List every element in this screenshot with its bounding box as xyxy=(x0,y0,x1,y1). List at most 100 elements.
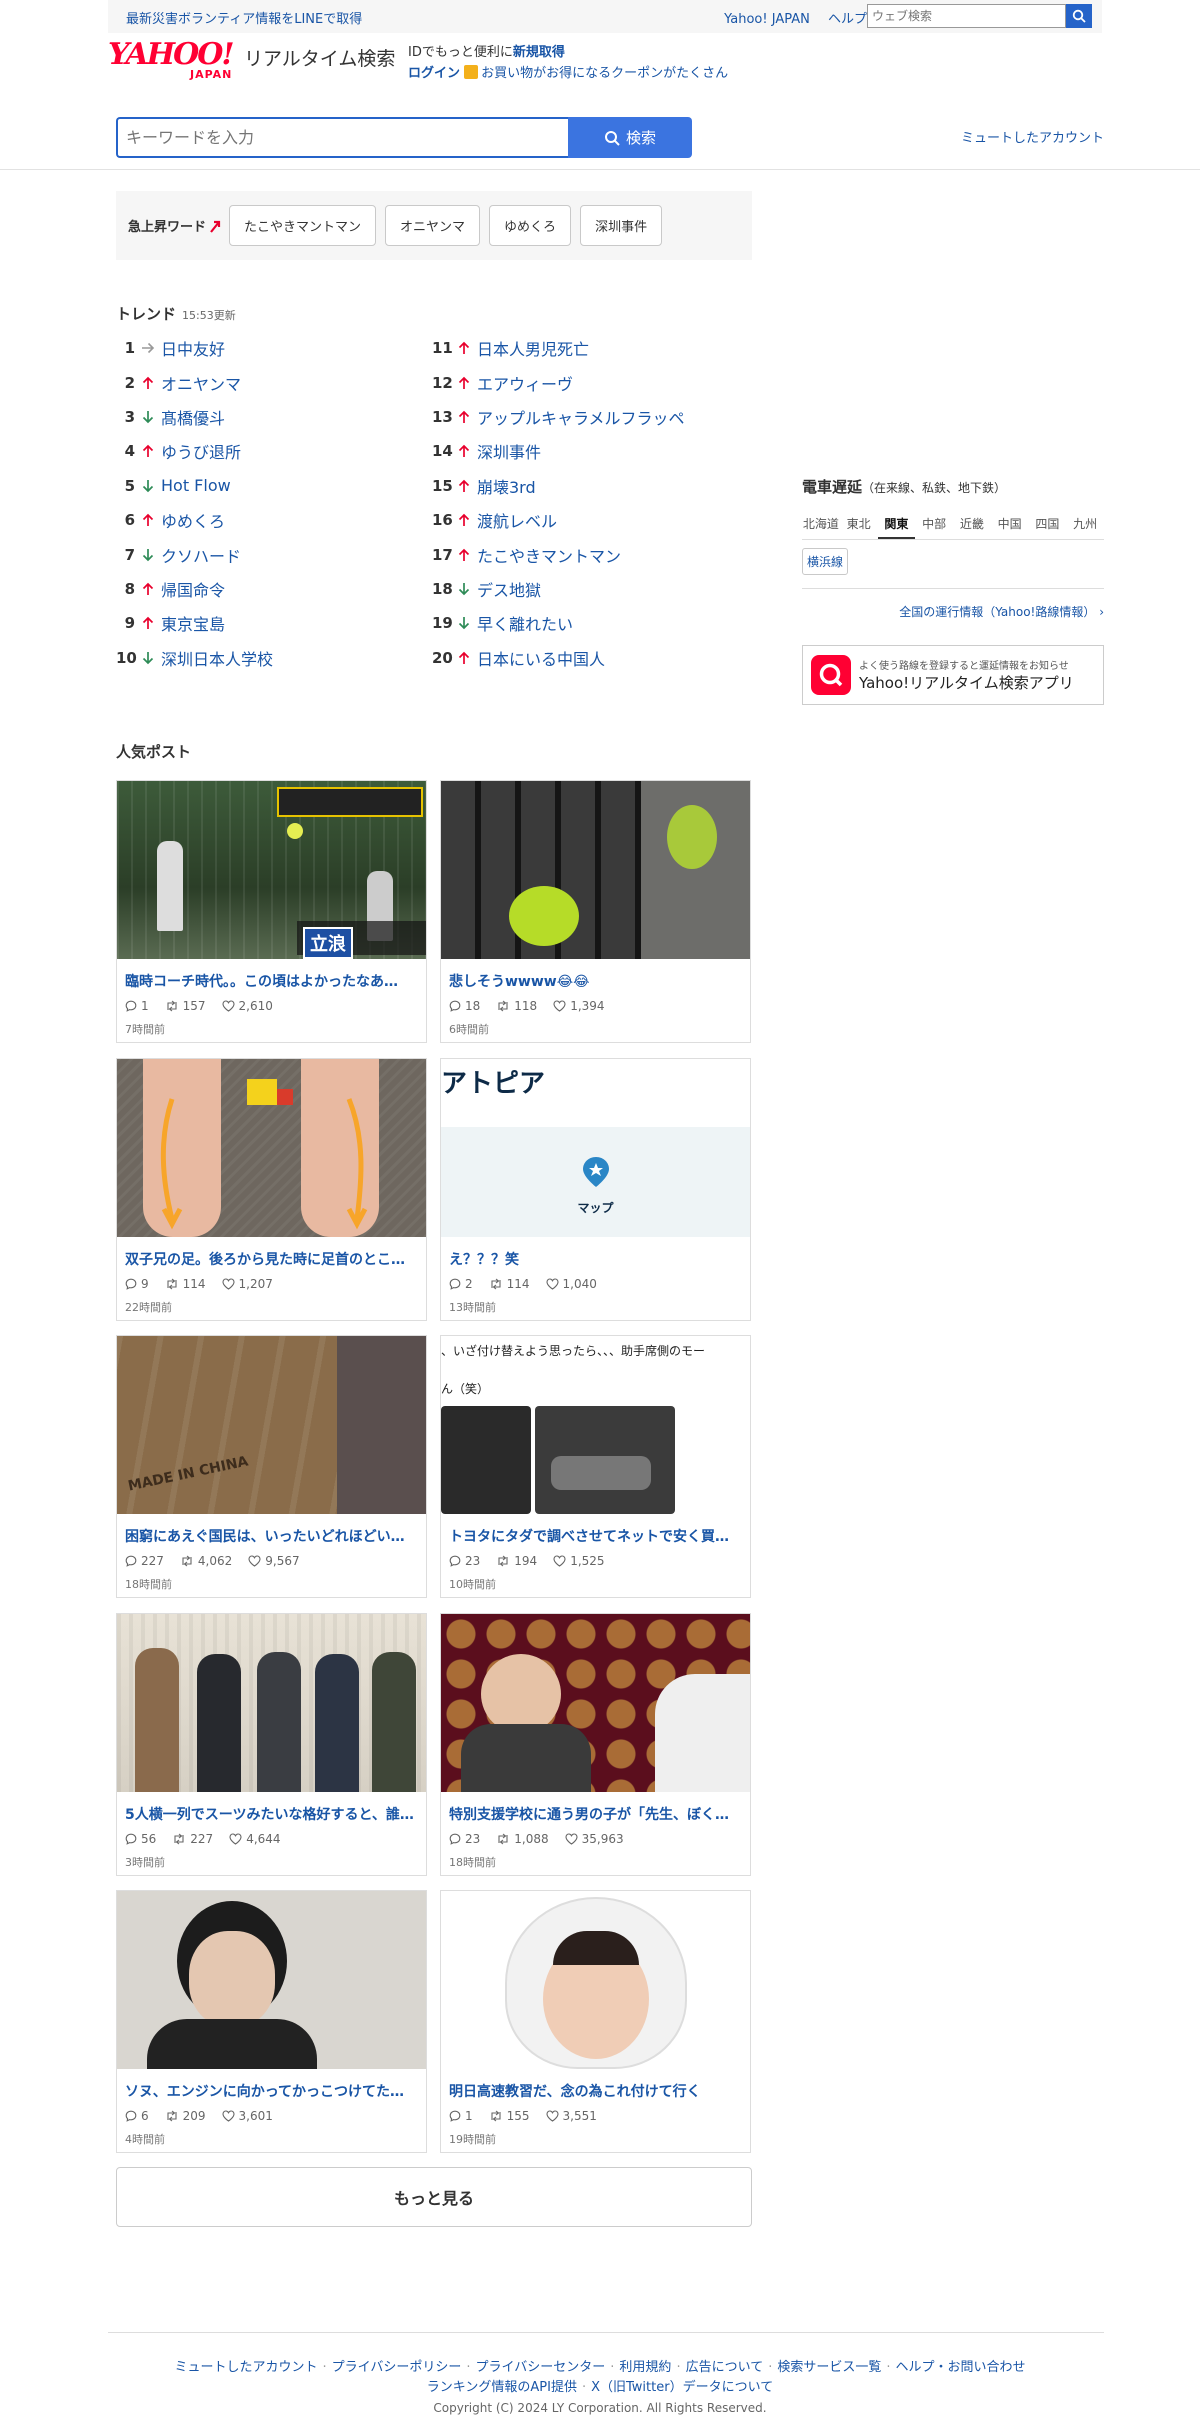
post-image[interactable] xyxy=(117,1613,426,1792)
coupon-link[interactable]: お買い物がお得になるクーポンがたくさん xyxy=(481,66,728,81)
register-link[interactable]: 新規取得 xyxy=(513,45,565,60)
rising-word-chip[interactable]: オニヤンマ xyxy=(385,205,481,246)
web-search-input[interactable] xyxy=(867,4,1066,28)
repost-count[interactable]: 118 xyxy=(496,999,537,1013)
trend-item[interactable]: 18 デス地獄 xyxy=(432,572,742,606)
repost-count[interactable]: 114 xyxy=(165,1277,206,1291)
trend-item[interactable]: 10 深圳日本人学校 xyxy=(116,641,426,675)
post-card[interactable]: 悲しそうwwww😂😂 18 118 1,394 6時間前 xyxy=(440,780,751,1043)
trend-word[interactable]: 日本人男児死亡 xyxy=(477,336,589,360)
like-count[interactable]: 3,601 xyxy=(221,2109,273,2123)
post-title[interactable]: 特別支援学校に通う男の子が「先生、ぼく… xyxy=(449,1804,743,1824)
login-link[interactable]: ログイン xyxy=(408,66,460,81)
post-title[interactable]: え？？？笑 xyxy=(449,1249,743,1269)
post-card[interactable]: 、いざ付け替えよう思ったら、、、助手席側のモー ん（笑） トヨタにタダで調べさせ… xyxy=(440,1335,751,1598)
train-line-chip[interactable]: 横浜線 xyxy=(802,548,849,575)
reply-count[interactable]: 1 xyxy=(125,999,149,1013)
region-tab[interactable]: 東北 xyxy=(840,515,878,539)
repost-count[interactable]: 157 xyxy=(165,999,206,1013)
like-count[interactable]: 2,610 xyxy=(221,999,273,1013)
trend-word[interactable]: 日本にいる中国人 xyxy=(477,646,605,670)
post-image[interactable] xyxy=(117,1891,426,2069)
like-count[interactable]: 9,567 xyxy=(248,1554,300,1568)
yahoo-realtime-logo[interactable]: YAHOO! JAPAN リアルタイム検索 xyxy=(108,40,395,82)
footer-link[interactable]: プライバシーセンター xyxy=(476,2360,606,2375)
repost-count[interactable]: 227 xyxy=(172,1832,213,1846)
post-title[interactable]: 臨時コーチ時代。。この頃はよかったなあ… xyxy=(125,971,419,991)
footer-link[interactable]: 検索サービス一覧 xyxy=(777,2360,881,2375)
trend-item[interactable]: 11 日本人男児死亡 xyxy=(432,331,742,365)
region-tab[interactable]: 近畿 xyxy=(953,515,991,539)
load-more-button[interactable]: もっと見る xyxy=(116,2167,752,2227)
post-card[interactable]: ソヌ、エンジンに向かってかっこつけてた… 6 209 3,601 4時間前 xyxy=(116,1890,427,2153)
like-count[interactable]: 1,207 xyxy=(221,1277,273,1291)
reply-count[interactable]: 18 xyxy=(449,999,480,1013)
reply-count[interactable]: 1 xyxy=(449,2109,473,2123)
reply-count[interactable]: 227 xyxy=(125,1554,164,1568)
repost-count[interactable]: 4,062 xyxy=(180,1554,232,1568)
repost-count[interactable]: 194 xyxy=(496,1554,537,1568)
trend-item[interactable]: 4 ゆうび退所 xyxy=(116,434,426,468)
post-card[interactable]: MADE IN CHINA 困窮にあえぐ国民は、いったいどれほどい… 227 4,06… xyxy=(116,1335,427,1598)
repost-count[interactable]: 209 xyxy=(165,2109,206,2123)
trend-word[interactable]: クソハード xyxy=(161,543,241,567)
trend-item[interactable]: 6 ゆめくろ xyxy=(116,503,426,537)
trend-word[interactable]: 深圳事件 xyxy=(477,439,541,463)
trend-word[interactable]: デス地獄 xyxy=(477,577,541,601)
trend-word[interactable]: たこやきマントマン xyxy=(477,543,621,567)
rising-word-chip[interactable]: 深圳事件 xyxy=(580,205,663,246)
footer-link[interactable]: 利用規約 xyxy=(619,2360,671,2375)
muted-accounts-link[interactable]: ミュートしたアカウント xyxy=(961,127,1104,146)
footer-link[interactable]: プライバシーポリシー xyxy=(332,2360,462,2375)
trend-word[interactable]: 日中友好 xyxy=(161,336,225,360)
post-card[interactable]: 特別支援学校に通う男の子が「先生、ぼく… 23 1,088 35,963 18時間前 xyxy=(440,1612,751,1876)
trend-word[interactable]: 髙橋優斗 xyxy=(161,405,225,429)
disaster-volunteer-link[interactable]: 最新災害ボランティア情報をLINEで取得 xyxy=(126,8,362,27)
all-train-info[interactable]: 全国の運行情報（Yahoo!路線情報） › xyxy=(802,603,1104,620)
post-image[interactable]: アトピア マップ xyxy=(441,1058,750,1237)
trend-word[interactable]: アップルキャラメルフラッペ xyxy=(477,405,685,429)
like-count[interactable]: 1,394 xyxy=(553,999,605,1013)
help-link[interactable]: ヘルプ xyxy=(828,12,867,27)
like-count[interactable]: 1,040 xyxy=(545,1277,597,1291)
region-tab[interactable]: 九州 xyxy=(1066,515,1104,539)
region-tab[interactable]: 北海道 xyxy=(802,515,840,539)
region-tab[interactable]: 中部 xyxy=(915,515,953,539)
trend-item[interactable]: 9 東京宝島 xyxy=(116,606,426,640)
trend-item[interactable]: 20 日本にいる中国人 xyxy=(432,641,742,675)
repost-count[interactable]: 114 xyxy=(489,1277,530,1291)
trend-word[interactable]: 東京宝島 xyxy=(161,611,225,635)
post-image[interactable]: 立浪 xyxy=(117,781,426,959)
reply-count[interactable]: 23 xyxy=(449,1832,480,1846)
trend-word[interactable]: ゆうび退所 xyxy=(161,439,241,463)
post-image[interactable] xyxy=(441,1891,750,2069)
post-image[interactable] xyxy=(117,1058,426,1237)
trend-item[interactable]: 3 髙橋優斗 xyxy=(116,400,426,434)
trend-item[interactable]: 5 Hot Flow xyxy=(116,469,426,503)
trend-word[interactable]: エアウィーヴ xyxy=(477,371,573,395)
reply-count[interactable]: 23 xyxy=(449,1554,480,1568)
like-count[interactable]: 35,963 xyxy=(565,1832,624,1846)
reply-count[interactable]: 9 xyxy=(125,1277,149,1291)
trend-item[interactable]: 12 エアウィーヴ xyxy=(432,365,742,399)
trend-item[interactable]: 16 渡航レベル xyxy=(432,503,742,537)
repost-count[interactable]: 155 xyxy=(489,2109,530,2123)
region-tab[interactable]: 四国 xyxy=(1029,515,1067,539)
footer-link[interactable]: ミュートしたアカウント xyxy=(174,2360,317,2375)
trend-item[interactable]: 19 早く離れたい xyxy=(432,606,742,640)
trend-item[interactable]: 7 クソハード xyxy=(116,537,426,571)
trend-word[interactable]: ゆめくろ xyxy=(161,508,225,532)
post-card[interactable]: 立浪 臨時コーチ時代。。この頃はよかったなあ… 1 157 2,610 7時間前 xyxy=(116,780,427,1043)
post-image[interactable]: 、いざ付け替えよう思ったら、、、助手席側のモー ん（笑） xyxy=(441,1336,750,1514)
post-image[interactable] xyxy=(441,781,750,959)
like-count[interactable]: 1,525 xyxy=(553,1554,605,1568)
rising-word-chip[interactable]: たこやきマントマン xyxy=(229,205,377,246)
trend-word[interactable]: 早く離れたい xyxy=(477,611,573,635)
like-count[interactable]: 3,551 xyxy=(545,2109,597,2123)
post-image[interactable]: MADE IN CHINA xyxy=(117,1336,426,1514)
post-image[interactable] xyxy=(441,1613,750,1792)
trend-word[interactable]: 崩壊3rd xyxy=(477,474,536,498)
trend-word[interactable]: オニヤンマ xyxy=(161,371,241,395)
post-title[interactable]: トヨタにタダで調べさせてネットで安く買… xyxy=(449,1526,743,1546)
trend-word[interactable]: Hot Flow xyxy=(161,476,231,495)
